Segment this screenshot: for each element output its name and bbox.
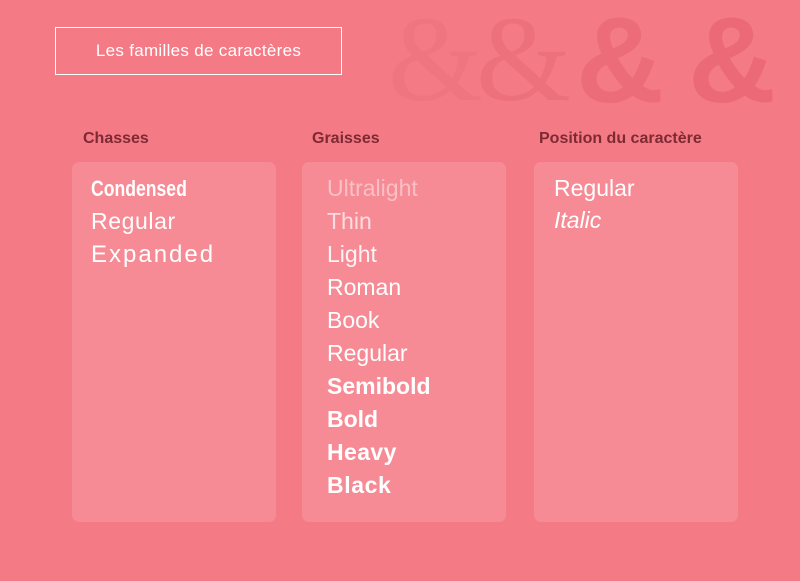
column-heading-chasses: Chasses — [83, 130, 149, 147]
list-item: Semibold — [327, 373, 431, 399]
panel-chasses: Condensed Regular Expanded — [72, 162, 276, 522]
list-item: Bold — [327, 406, 379, 432]
decorative-ampersands: & & & & — [388, 0, 800, 130]
list-item: Regular — [91, 208, 176, 234]
ampersand-glyph: & — [476, 0, 571, 127]
list-item: Book — [327, 307, 380, 333]
list-item: Condensed — [91, 176, 187, 201]
list-item: Regular — [554, 175, 635, 201]
column-heading-position: Position du caractère — [539, 130, 702, 147]
column-heading-graisses: Graisses — [312, 130, 380, 147]
ampersand-glyph: & — [388, 0, 483, 127]
panel-graisses: Ultralight Thin Light Roman Book Regular… — [302, 162, 506, 522]
list-item: Roman — [327, 274, 402, 300]
list-item: Black — [327, 472, 392, 498]
panel-position: Regular Italic — [534, 162, 738, 522]
list-item: Thin — [327, 208, 372, 234]
list-item: Italic — [554, 207, 602, 233]
list-item: Regular — [327, 340, 408, 366]
list-item: Expanded — [91, 241, 216, 268]
ampersand-glyph: & — [688, 0, 777, 128]
ampersand-glyph: & — [576, 0, 665, 128]
list-item: Ultralight — [327, 175, 418, 201]
page-title: Les familles de caractères — [55, 27, 342, 75]
list-item: Light — [327, 241, 377, 267]
list-item: Heavy — [327, 439, 397, 465]
